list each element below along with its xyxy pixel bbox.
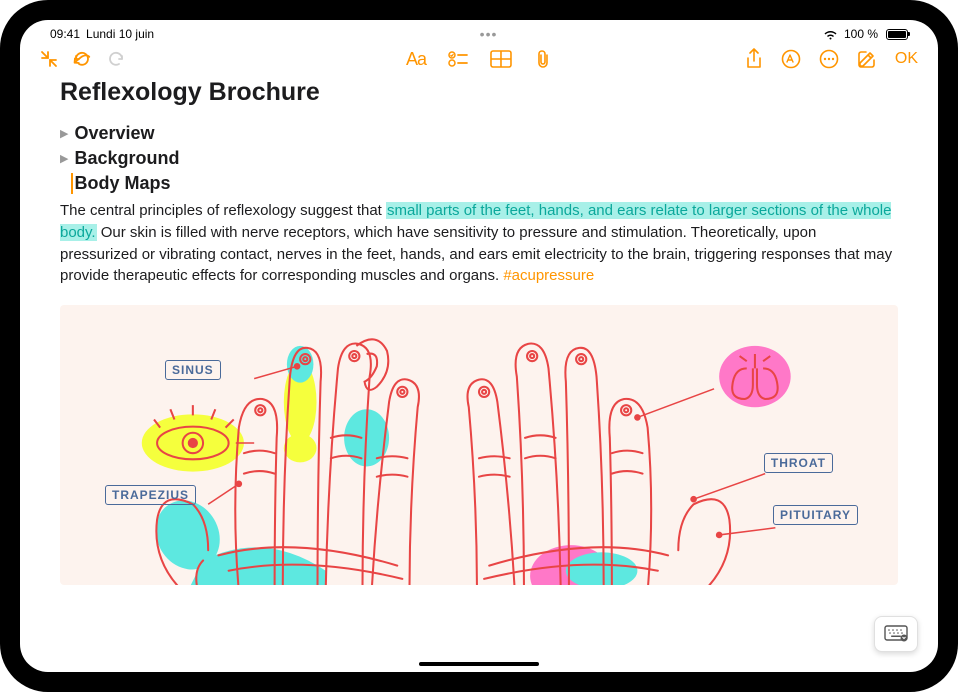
hand-reflexology-drawing[interactable]: SINUS TRAPEZIUS THROAT PITUITARY	[60, 305, 898, 585]
battery-icon	[886, 29, 908, 40]
undo-icon[interactable]	[72, 49, 92, 69]
note-body-text[interactable]: The central principles of reflexology su…	[60, 200, 898, 287]
note-title[interactable]: Reflexology Brochure	[60, 78, 898, 107]
multitask-dots[interactable]: •••	[480, 26, 498, 42]
text-format-button[interactable]: Aa	[406, 49, 426, 70]
toolbar: Aa	[20, 44, 938, 78]
status-bar: 09:41 Lundi 10 juin ••• 100 %	[20, 20, 938, 44]
hashtag-link[interactable]: #acupressure	[503, 267, 594, 284]
markup-icon[interactable]	[781, 49, 801, 69]
ipad-device-frame: 09:41 Lundi 10 juin ••• 100 %	[0, 0, 958, 692]
body-text-post: Our skin is filled with nerve receptors,…	[60, 224, 892, 285]
drawing-label-sinus: SINUS	[165, 360, 221, 380]
wifi-icon	[823, 29, 838, 40]
more-icon[interactable]	[819, 49, 839, 69]
status-date: Lundi 10 juin	[86, 27, 154, 41]
compose-icon[interactable]	[857, 49, 877, 69]
body-text-pre: The central principles of reflexology su…	[60, 202, 386, 219]
drawing-label-throat: THROAT	[764, 453, 833, 473]
section-header-background[interactable]: ▶ Background	[60, 148, 898, 169]
status-time: 09:41	[50, 27, 80, 41]
status-left: 09:41 Lundi 10 juin	[50, 27, 154, 41]
share-icon[interactable]	[745, 48, 763, 70]
section-title[interactable]: Background	[74, 148, 179, 169]
chevron-right-icon[interactable]: ▶	[60, 127, 68, 140]
checklist-icon[interactable]	[448, 50, 468, 68]
status-right: 100 %	[823, 27, 908, 41]
section-header-bodymaps[interactable]: ▶ Body Maps	[60, 173, 898, 194]
drawing-label-trapezius: TRAPEZIUS	[105, 485, 196, 505]
home-indicator[interactable]	[419, 662, 539, 666]
section-title[interactable]: Overview	[74, 123, 154, 144]
keyboard-shortcut-button[interactable]	[874, 616, 918, 652]
note-content[interactable]: Reflexology Brochure ▶ Overview ▶ Backgr…	[20, 78, 938, 650]
battery-percent: 100 %	[844, 27, 878, 41]
chevron-right-icon[interactable]: ▶	[60, 152, 68, 165]
section-title[interactable]: Body Maps	[71, 173, 170, 194]
collapse-icon[interactable]	[40, 50, 58, 68]
screen: 09:41 Lundi 10 juin ••• 100 %	[20, 20, 938, 672]
done-button[interactable]: OK	[895, 50, 918, 68]
drawing-label-pituitary: PITUITARY	[773, 505, 858, 525]
redo-icon	[106, 49, 126, 69]
section-header-overview[interactable]: ▶ Overview	[60, 123, 898, 144]
table-icon[interactable]	[490, 50, 512, 68]
attachment-icon[interactable]	[534, 49, 552, 69]
